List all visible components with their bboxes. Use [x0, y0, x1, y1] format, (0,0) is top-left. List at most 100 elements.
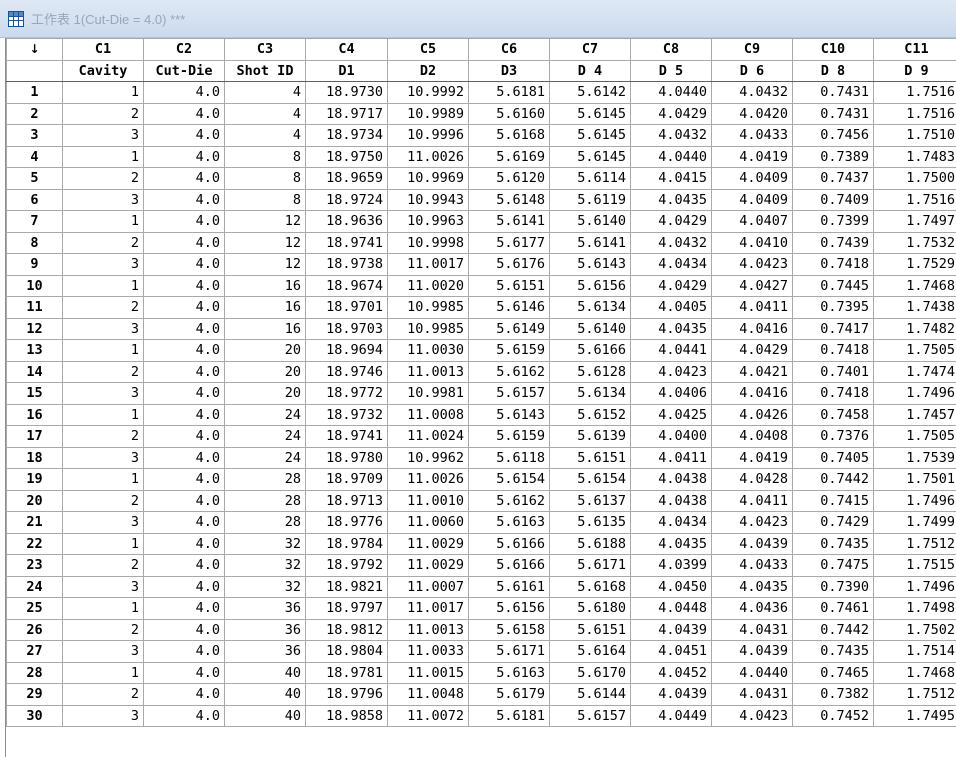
data-cell[interactable]: 1.7468 — [873, 274, 956, 297]
data-cell[interactable]: 5.6140 — [549, 317, 631, 340]
data-cell[interactable]: 4.0439 — [711, 532, 793, 555]
data-cell[interactable]: 1 — [62, 145, 144, 168]
row-number-header[interactable]: 1 — [6, 81, 63, 104]
data-cell[interactable]: 3 — [62, 317, 144, 340]
data-cell[interactable]: 11.0026 — [387, 145, 469, 168]
data-cell[interactable]: 5.6159 — [468, 425, 550, 448]
data-cell[interactable]: 18.9738 — [305, 253, 388, 276]
data-cell[interactable]: 4.0399 — [630, 554, 712, 577]
data-cell[interactable]: 3 — [62, 382, 144, 405]
data-cell[interactable]: 4.0411 — [630, 446, 712, 469]
data-cell[interactable]: 5.6145 — [549, 145, 631, 168]
data-cell[interactable]: 18.9804 — [305, 640, 388, 663]
data-cell[interactable]: 4.0429 — [630, 210, 712, 233]
data-cell[interactable]: 1.7529 — [873, 253, 956, 276]
data-cell[interactable]: 5.6118 — [468, 446, 550, 469]
data-cell[interactable]: 1 — [62, 210, 144, 233]
column-id-header[interactable]: C10 — [792, 38, 874, 61]
column-id-header[interactable]: C11 — [873, 38, 956, 61]
data-cell[interactable]: 24 — [224, 446, 306, 469]
data-cell[interactable]: 4.0 — [143, 124, 225, 147]
data-cell[interactable]: 1.7482 — [873, 317, 956, 340]
data-cell[interactable]: 4.0429 — [711, 339, 793, 362]
data-cell[interactable]: 4.0 — [143, 188, 225, 211]
data-cell[interactable]: 4.0 — [143, 382, 225, 405]
data-cell[interactable]: 4.0436 — [711, 597, 793, 620]
data-cell[interactable]: 1.7502 — [873, 618, 956, 641]
data-cell[interactable]: 0.7445 — [792, 274, 874, 297]
data-cell[interactable]: 1.7457 — [873, 403, 956, 426]
column-name-cell[interactable]: Shot ID — [224, 59, 306, 82]
data-cell[interactable]: 4.0 — [143, 317, 225, 340]
data-cell[interactable]: 5.6135 — [549, 511, 631, 534]
data-cell[interactable]: 40 — [224, 683, 306, 706]
data-cell[interactable]: 4.0 — [143, 618, 225, 641]
data-cell[interactable]: 18.9636 — [305, 210, 388, 233]
worksheet-grid[interactable]: ↓ C1 C2 C3 C4 C5 C6 C7 C8 C9 C10 C11 Cavity Cut-Die Sh… — [5, 38, 956, 757]
column-name-cell[interactable]: D2 — [387, 59, 469, 82]
data-cell[interactable]: 3 — [62, 704, 144, 727]
row-number-header[interactable]: 21 — [6, 511, 63, 534]
data-cell[interactable]: 4.0411 — [711, 296, 793, 319]
data-cell[interactable]: 4.0416 — [711, 317, 793, 340]
row-number-header[interactable]: 15 — [6, 382, 63, 405]
data-cell[interactable]: 40 — [224, 661, 306, 684]
column-name-cell[interactable]: D3 — [468, 59, 550, 82]
data-cell[interactable]: 0.7461 — [792, 597, 874, 620]
data-cell[interactable]: 36 — [224, 640, 306, 663]
row-number-header[interactable]: 26 — [6, 618, 63, 641]
data-cell[interactable]: 24 — [224, 425, 306, 448]
data-cell[interactable]: 2 — [62, 231, 144, 254]
data-cell[interactable]: 1.7496 — [873, 489, 956, 512]
data-cell[interactable]: 5.6158 — [468, 618, 550, 641]
row-number-header[interactable]: 13 — [6, 339, 63, 362]
data-cell[interactable]: 0.7417 — [792, 317, 874, 340]
data-cell[interactable]: 4.0448 — [630, 597, 712, 620]
data-cell[interactable]: 5.6163 — [468, 511, 550, 534]
data-cell[interactable]: 11.0017 — [387, 597, 469, 620]
data-cell[interactable]: 4.0 — [143, 102, 225, 125]
data-cell[interactable]: 1.7496 — [873, 382, 956, 405]
data-cell[interactable]: 10.9989 — [387, 102, 469, 125]
column-id-header[interactable]: C8 — [630, 38, 712, 61]
data-cell[interactable]: 4.0409 — [711, 167, 793, 190]
data-cell[interactable]: 5.6145 — [549, 124, 631, 147]
data-cell[interactable]: 8 — [224, 145, 306, 168]
data-cell[interactable]: 20 — [224, 339, 306, 362]
data-cell[interactable]: 4.0415 — [630, 167, 712, 190]
data-cell[interactable]: 2 — [62, 683, 144, 706]
data-cell[interactable]: 18.9796 — [305, 683, 388, 706]
data-cell[interactable]: 4.0421 — [711, 360, 793, 383]
data-cell[interactable]: 4.0 — [143, 446, 225, 469]
data-cell[interactable]: 5.6144 — [549, 683, 631, 706]
data-cell[interactable]: 4.0449 — [630, 704, 712, 727]
data-cell[interactable]: 3 — [62, 511, 144, 534]
data-cell[interactable]: 5.6168 — [549, 575, 631, 598]
column-id-header[interactable]: C3 — [224, 38, 306, 61]
data-cell[interactable]: 1.7505 — [873, 339, 956, 362]
data-cell[interactable]: 4.0 — [143, 511, 225, 534]
data-cell[interactable]: 18.9732 — [305, 403, 388, 426]
data-cell[interactable]: 4.0419 — [711, 446, 793, 469]
data-cell[interactable]: 11.0007 — [387, 575, 469, 598]
row-number-header[interactable]: 6 — [6, 188, 63, 211]
row-number-header[interactable]: 27 — [6, 640, 63, 663]
data-cell[interactable]: 3 — [62, 446, 144, 469]
data-cell[interactable]: 5.6154 — [549, 468, 631, 491]
data-cell[interactable]: 4.0 — [143, 640, 225, 663]
data-cell[interactable]: 1 — [62, 468, 144, 491]
data-cell[interactable]: 5.6119 — [549, 188, 631, 211]
column-id-header[interactable]: C1 — [62, 38, 144, 61]
data-cell[interactable]: 1.7514 — [873, 640, 956, 663]
data-cell[interactable]: 18.9734 — [305, 124, 388, 147]
data-cell[interactable]: 4.0440 — [630, 145, 712, 168]
data-cell[interactable]: 18.9709 — [305, 468, 388, 491]
data-cell[interactable]: 4.0416 — [711, 382, 793, 405]
data-cell[interactable]: 4.0432 — [711, 81, 793, 104]
row-number-header[interactable]: 5 — [6, 167, 63, 190]
data-cell[interactable]: 11.0008 — [387, 403, 469, 426]
entry-direction-arrow-icon[interactable]: ↓ — [6, 38, 63, 61]
data-cell[interactable]: 10.9962 — [387, 446, 469, 469]
data-cell[interactable]: 5.6156 — [468, 597, 550, 620]
column-name-cell[interactable]: D1 — [305, 59, 388, 82]
